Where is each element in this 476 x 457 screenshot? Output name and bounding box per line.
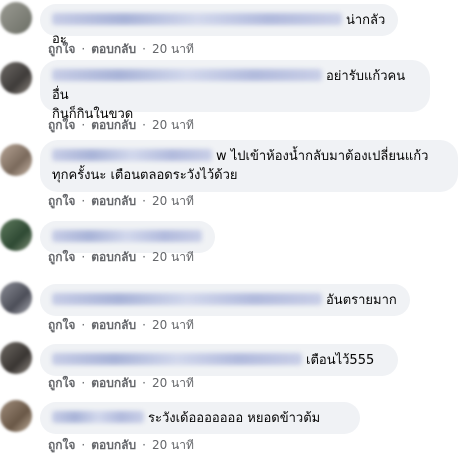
comment-time[interactable]: 20 นาที bbox=[152, 40, 194, 59]
redacted-name[interactable] bbox=[52, 69, 322, 81]
reply-button[interactable]: ตอบกลับ bbox=[91, 248, 136, 267]
redacted-name[interactable] bbox=[52, 353, 302, 365]
separator: · bbox=[142, 42, 146, 56]
separator: · bbox=[142, 438, 146, 452]
separator: · bbox=[81, 194, 86, 208]
separator: · bbox=[142, 250, 146, 264]
separator: · bbox=[81, 318, 86, 332]
avatar[interactable] bbox=[0, 62, 32, 94]
separator: · bbox=[142, 118, 146, 132]
like-button[interactable]: ถูกใจ bbox=[48, 192, 75, 211]
redacted-name[interactable] bbox=[52, 13, 342, 25]
redacted-name[interactable] bbox=[52, 230, 202, 242]
comment-bubble: อันตรายมาก bbox=[40, 284, 410, 316]
reply-button[interactable]: ตอบกลับ bbox=[91, 116, 136, 135]
like-button[interactable]: ถูกใจ bbox=[48, 40, 75, 59]
comment-bubble: ระวังเด้อออออออ หยอดข้าวต้ม bbox=[40, 402, 360, 434]
avatar[interactable] bbox=[0, 144, 32, 176]
comment-actions: ถูกใจ · ตอบกลับ · 20 นาที bbox=[48, 316, 194, 335]
like-button[interactable]: ถูกใจ bbox=[48, 116, 75, 135]
comment-bubble: น่ากลัวอะ bbox=[40, 4, 398, 47]
comment-time[interactable]: 20 นาที bbox=[152, 316, 194, 335]
reply-button[interactable]: ตอบกลับ bbox=[91, 192, 136, 211]
comment-actions: ถูกใจ · ตอบกลับ · 20 นาที bbox=[48, 40, 194, 59]
separator: · bbox=[142, 318, 146, 332]
redacted-name[interactable] bbox=[52, 411, 144, 423]
separator: · bbox=[81, 438, 86, 452]
avatar[interactable] bbox=[0, 282, 32, 314]
redacted-name[interactable] bbox=[52, 293, 322, 305]
comment-actions: ถูกใจ · ตอบกลับ · 20 นาที bbox=[48, 374, 194, 393]
comment-actions: ถูกใจ · ตอบกลับ · 20 นาที bbox=[48, 192, 194, 211]
avatar[interactable] bbox=[0, 219, 32, 251]
comment-time[interactable]: 20 นาที bbox=[152, 192, 194, 211]
comment-bubble: อย่ารับแก้วคนอื่น กินก็กินในขวด bbox=[40, 60, 430, 122]
separator: · bbox=[81, 376, 86, 390]
comment-actions: ถูกใจ · ตอบกลับ · 20 นาที bbox=[48, 116, 194, 135]
like-button[interactable]: ถูกใจ bbox=[48, 436, 75, 455]
comment-bubble: เตือนไว้555 bbox=[40, 344, 398, 376]
comment-time[interactable]: 20 นาที bbox=[152, 436, 194, 455]
comment-time[interactable]: 20 นาที bbox=[152, 248, 194, 267]
separator: · bbox=[81, 250, 86, 264]
separator: · bbox=[81, 42, 86, 56]
comment-text: w ไปเข้าห้องน้ำกลับมาต้องเปลี่ยนแก้ว bbox=[216, 149, 429, 164]
avatar[interactable] bbox=[0, 400, 32, 432]
redacted-name[interactable] bbox=[52, 149, 212, 161]
comment-text: อันตรายมาก bbox=[326, 293, 397, 308]
reply-button[interactable]: ตอบกลับ bbox=[91, 40, 136, 59]
like-button[interactable]: ถูกใจ bbox=[48, 248, 75, 267]
comment-time[interactable]: 20 นาที bbox=[152, 374, 194, 393]
like-button[interactable]: ถูกใจ bbox=[48, 316, 75, 335]
comment-actions: ถูกใจ · ตอบกลับ · 20 นาที bbox=[48, 436, 194, 455]
separator: · bbox=[142, 376, 146, 390]
comment-text: เตือนไว้555 bbox=[306, 353, 375, 368]
reply-button[interactable]: ตอบกลับ bbox=[91, 316, 136, 335]
avatar[interactable] bbox=[0, 342, 32, 374]
avatar[interactable] bbox=[0, 2, 32, 34]
comment-actions: ถูกใจ · ตอบกลับ · 20 นาที bbox=[48, 248, 194, 267]
comment-bubble: w ไปเข้าห้องน้ำกลับมาต้องเปลี่ยนแก้ว ทุก… bbox=[40, 140, 458, 192]
reply-button[interactable]: ตอบกลับ bbox=[91, 436, 136, 455]
comment-text: ระวังเด้อออออออ หยอดข้าวต้ม bbox=[148, 411, 321, 426]
like-button[interactable]: ถูกใจ bbox=[48, 374, 75, 393]
separator: · bbox=[142, 194, 146, 208]
reply-button[interactable]: ตอบกลับ bbox=[91, 374, 136, 393]
comment-text-line2: ทุกครั้งนะ เตือนตลอดระวังไว้ด้วย bbox=[52, 168, 238, 183]
separator: · bbox=[81, 118, 86, 132]
comment-time[interactable]: 20 นาที bbox=[152, 116, 194, 135]
